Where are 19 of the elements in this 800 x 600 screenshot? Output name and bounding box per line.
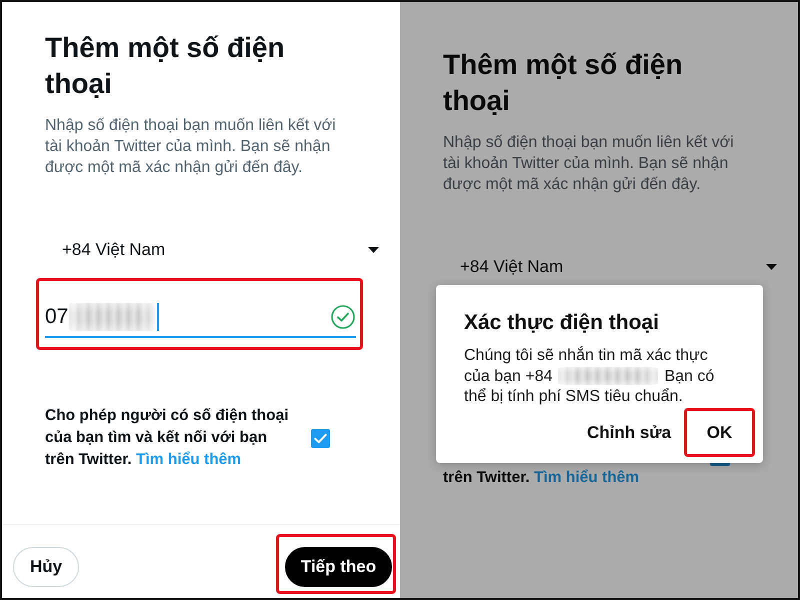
checkbox[interactable]: [311, 428, 330, 448]
next-button[interactable]: Tiếp theo: [285, 547, 392, 587]
cancel-button[interactable]: Hủy: [13, 547, 79, 587]
phone-input-field[interactable]: 07: [45, 297, 356, 338]
dialog-message: Chúng tôi sẽ nhắn tin mã xác thực của bạn +84 Bạn có thể bị tính phí SMS tiêu chuẩn.: [464, 346, 716, 407]
page-title: Thêm một số điện thoại: [443, 48, 684, 118]
country-select[interactable]: +84 Việt Nam: [45, 230, 385, 270]
dialog-title: Xác thực điện thoại: [464, 310, 660, 336]
country-select-value: +84 Việt Nam: [62, 240, 166, 260]
country-select-value: +84 Việt Nam: [460, 257, 564, 277]
dialog-button[interactable]: OK: [687, 411, 752, 454]
contacts-permission-text: Cho phép người có số điện thoại của bạn tìm và kết nối với bạn trên Twitter. Tìm hiểu thêm: [45, 406, 290, 470]
page-description: Nhập số điện thoại bạn muốn liên kết với tài khoản Twitter của mình. Bạn sẽ nhận được một mã xác nhận gửi đến đây.: [443, 133, 735, 195]
country-select[interactable]: +84 Việt Nam: [443, 247, 783, 287]
contacts-permission-text: trên Twitter. Tìm hiểu thêm: [443, 468, 640, 488]
page-title: Thêm một số điện thoại: [45, 31, 286, 101]
page-description: Nhập số điện thoại bạn muốn liên kết với tài khoản Twitter của mình. Bạn sẽ nhận được một mã xác nhận gửi đến đây.: [45, 116, 337, 178]
caret-icon: [766, 264, 777, 270]
caret-icon: [368, 247, 379, 253]
